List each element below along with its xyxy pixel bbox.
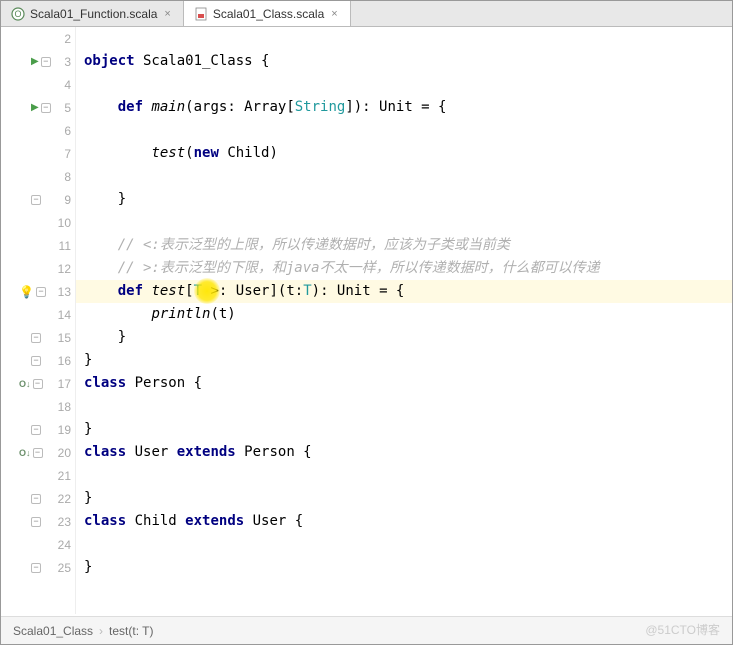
- tab-label: Scala01_Class.scala: [213, 7, 324, 21]
- code-area[interactable]: object Scala01_Class { def main(args: Ar…: [76, 27, 732, 614]
- fold-icon[interactable]: −: [36, 287, 46, 297]
- code-line[interactable]: }: [76, 487, 732, 510]
- line-number: 10: [47, 216, 71, 230]
- code-line[interactable]: }: [76, 418, 732, 441]
- breadcrumb-item[interactable]: Scala01_Class: [13, 624, 93, 638]
- code-line[interactable]: [76, 395, 732, 418]
- line-number: 6: [47, 124, 71, 138]
- code-line[interactable]: println(t): [76, 303, 732, 326]
- code-line[interactable]: }: [76, 188, 732, 211]
- override-icon[interactable]: O↓: [19, 448, 31, 458]
- fold-icon[interactable]: −: [31, 195, 41, 205]
- code-line[interactable]: test(new Child): [76, 142, 732, 165]
- code-line[interactable]: }: [76, 556, 732, 579]
- close-icon[interactable]: ×: [162, 8, 172, 20]
- code-line[interactable]: [76, 464, 732, 487]
- code-line[interactable]: }: [76, 349, 732, 372]
- line-number: 14: [47, 308, 71, 322]
- tab-label: Scala01_Function.scala: [30, 7, 157, 21]
- chevron-right-icon: ›: [99, 624, 103, 638]
- code-line[interactable]: [76, 27, 732, 50]
- fold-icon[interactable]: −: [31, 333, 41, 343]
- scala-object-icon: O: [11, 7, 25, 21]
- fold-icon[interactable]: −: [31, 517, 41, 527]
- code-line[interactable]: [76, 211, 732, 234]
- code-line[interactable]: class Person {: [76, 372, 732, 395]
- fold-icon[interactable]: −: [33, 448, 43, 458]
- breadcrumb: Scala01_Class › test(t: T): [1, 616, 732, 644]
- line-number: 4: [47, 78, 71, 92]
- code-line[interactable]: def main(args: Array[String]): Unit = {: [76, 96, 732, 119]
- code-line[interactable]: }: [76, 326, 732, 349]
- code-line[interactable]: [76, 119, 732, 142]
- code-line[interactable]: [76, 165, 732, 188]
- line-number: 18: [47, 400, 71, 414]
- breadcrumb-item[interactable]: test(t: T): [109, 624, 153, 638]
- code-line[interactable]: // <:表示泛型的上限，所以传递数据时，应该为子类或当前类: [76, 234, 732, 257]
- line-number: 12: [47, 262, 71, 276]
- line-number: 21: [47, 469, 71, 483]
- tab-function[interactable]: O Scala01_Function.scala ×: [1, 1, 184, 26]
- fold-icon[interactable]: −: [31, 494, 41, 504]
- line-number: 2: [47, 32, 71, 46]
- line-number: 24: [47, 538, 71, 552]
- bulb-icon[interactable]: 💡: [19, 285, 34, 299]
- fold-icon[interactable]: −: [31, 563, 41, 573]
- override-icon[interactable]: O↓: [19, 379, 31, 389]
- tab-class[interactable]: Scala01_Class.scala ×: [184, 1, 351, 26]
- svg-text:O: O: [14, 9, 21, 19]
- line-number: 7: [47, 147, 71, 161]
- fold-icon[interactable]: −: [41, 103, 51, 113]
- code-line-current[interactable]: def test[T >: User](t:T): Unit = {: [76, 280, 732, 303]
- tab-bar: O Scala01_Function.scala × Scala01_Class…: [1, 1, 732, 27]
- close-icon[interactable]: ×: [329, 8, 339, 20]
- fold-icon[interactable]: −: [31, 356, 41, 366]
- fold-icon[interactable]: −: [33, 379, 43, 389]
- code-line[interactable]: class Child extends User {: [76, 510, 732, 533]
- fold-icon[interactable]: −: [41, 57, 51, 67]
- gutter: 2 3▶− 4 5▶− 6 7 8 9− 10 11 12 13💡− 14 15…: [1, 27, 76, 614]
- run-icon[interactable]: ▶: [31, 102, 39, 113]
- editor: 2 3▶− 4 5▶− 6 7 8 9− 10 11 12 13💡− 14 15…: [1, 27, 732, 614]
- code-line[interactable]: object Scala01_Class {: [76, 50, 732, 73]
- line-number: 8: [47, 170, 71, 184]
- line-number: 11: [47, 239, 71, 253]
- fold-icon[interactable]: −: [31, 425, 41, 435]
- code-line[interactable]: [76, 73, 732, 96]
- run-icon[interactable]: ▶: [31, 56, 39, 67]
- code-line[interactable]: // >:表示泛型的下限，和java不太一样，所以传递数据时，什么都可以传递: [76, 257, 732, 280]
- code-line[interactable]: [76, 533, 732, 556]
- scala-file-icon: [194, 7, 208, 21]
- code-line[interactable]: class User extends Person {: [76, 441, 732, 464]
